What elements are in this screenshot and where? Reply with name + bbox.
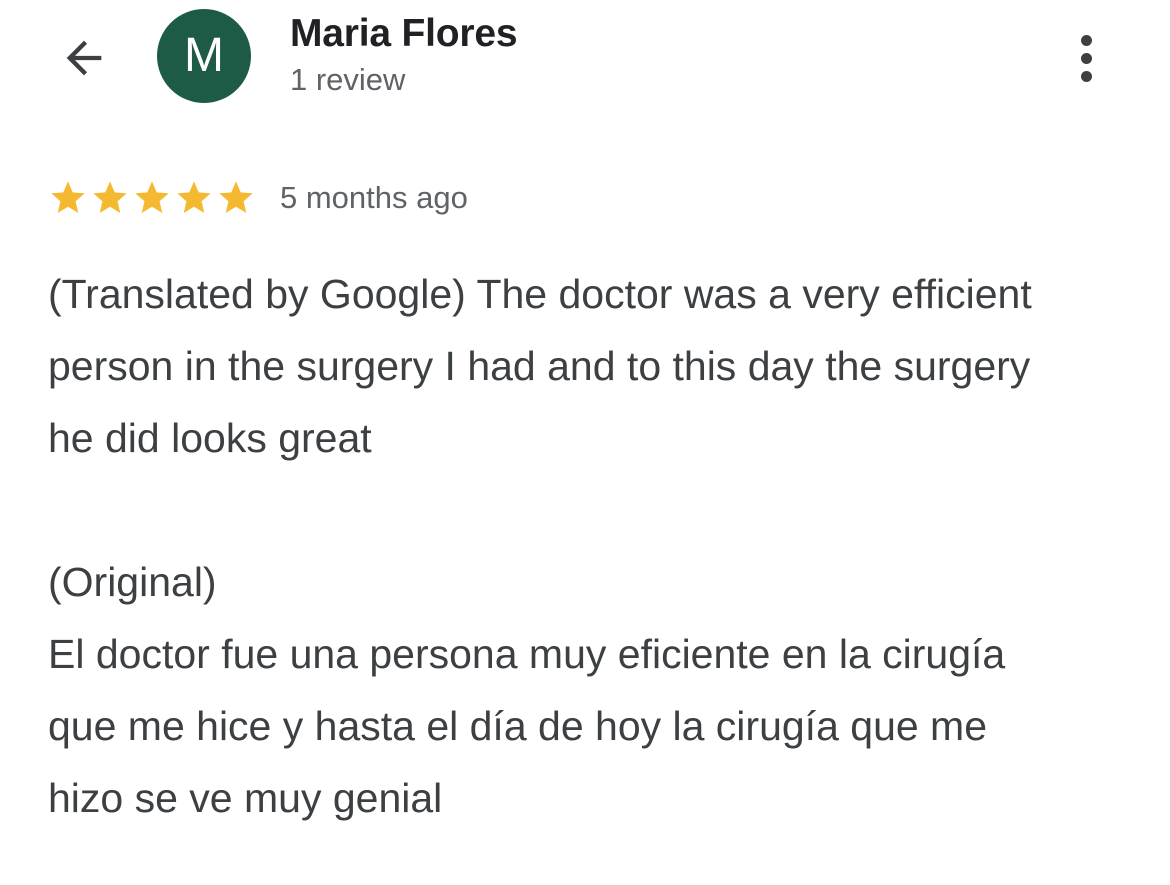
back-button[interactable]: [52, 28, 116, 88]
avatar[interactable]: M: [157, 9, 251, 103]
review-date: 5 months ago: [280, 180, 468, 215]
star-icon: [135, 181, 169, 213]
review-header: M Maria Flores 1 review: [0, 0, 1170, 120]
menu-dot: [1080, 34, 1092, 46]
user-name[interactable]: Maria Flores: [290, 12, 518, 56]
more-vert-icon: [1080, 34, 1092, 82]
star-rating: [48, 178, 256, 218]
review-translated-text: (Translated by Google) The doctor was a …: [48, 271, 1032, 461]
review-count: 1 review: [290, 62, 406, 97]
review-body: (Translated by Google) The doctor was a …: [48, 258, 1128, 834]
review-original-label: (Original): [48, 559, 217, 605]
review-original-text: El doctor fue una persona muy eficiente …: [48, 631, 1006, 821]
avatar-letter: M: [184, 29, 224, 82]
star-icon: [219, 181, 253, 213]
star-icon: [51, 181, 85, 213]
star-icon: [177, 181, 211, 213]
arrow-back-icon: [66, 40, 102, 76]
menu-dot: [1080, 52, 1092, 64]
more-options-button[interactable]: [1062, 28, 1110, 88]
rating-row: 5 months ago: [48, 178, 468, 218]
user-info: Maria Flores 1 review: [290, 12, 518, 100]
menu-dot: [1080, 70, 1092, 82]
star-icon: [93, 181, 127, 213]
